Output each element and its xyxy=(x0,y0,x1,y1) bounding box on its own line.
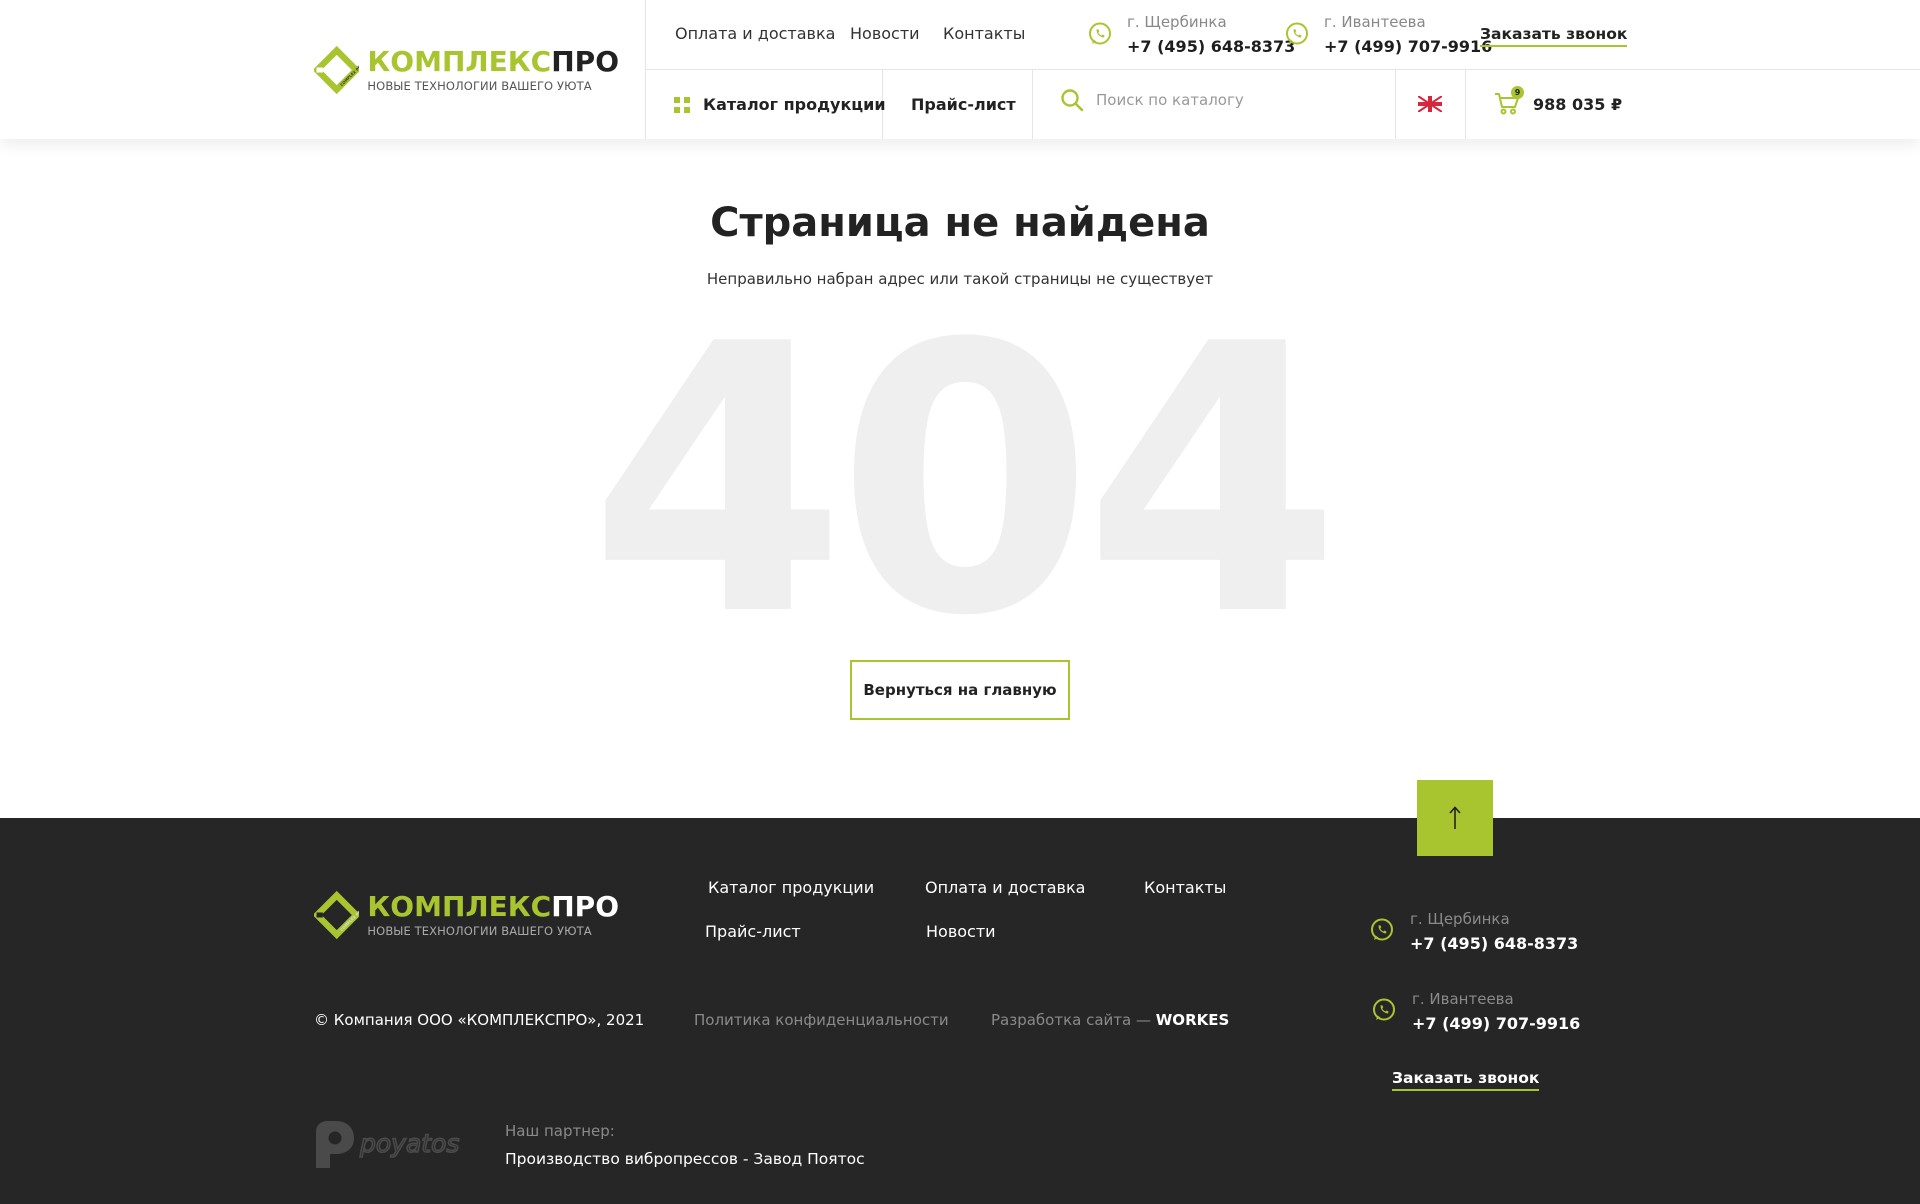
whatsapp-icon[interactable] xyxy=(1284,21,1310,47)
whatsapp-icon[interactable] xyxy=(1369,917,1395,943)
partner-label: Наш партнер: xyxy=(505,1122,615,1140)
divider xyxy=(1395,70,1396,139)
whatsapp-icon[interactable] xyxy=(1087,21,1113,47)
city-label: г. Ивантеева xyxy=(1412,990,1514,1008)
whatsapp-icon[interactable] xyxy=(1371,997,1397,1023)
price-list-link[interactable]: Прайс-лист xyxy=(911,95,1016,114)
footer-nav-news[interactable]: Новости xyxy=(926,922,996,941)
brand-name: КОМПЛЕКСПРО xyxy=(367,45,619,78)
callback-link[interactable]: Заказать звонок xyxy=(1480,25,1628,47)
scroll-top-button[interactable] xyxy=(1417,780,1493,856)
partner-link[interactable]: Производство вибропрессов - Завод Поятос xyxy=(505,1150,865,1168)
arrow-up-icon xyxy=(1449,806,1461,829)
catalog-button[interactable]: Каталог продукции xyxy=(674,95,886,114)
back-home-button[interactable]: Вернуться на главную xyxy=(850,660,1070,720)
site-header: COMPLEX PRO КОМПЛЕКСПРО НОВЫЕ ТЕХНОЛОГИИ… xyxy=(0,0,1920,139)
nav-delivery[interactable]: Оплата и доставка xyxy=(675,24,835,43)
site-logo[interactable]: COMPLEX PRO КОМПЛЕКСПРО НОВЫЕ ТЕХНОЛОГИИ… xyxy=(314,30,619,110)
svg-text:poyatos: poyatos xyxy=(359,1129,459,1158)
brand-tagline: НОВЫЕ ТЕХНОЛОГИИ ВАШЕГО УЮТА xyxy=(367,924,592,938)
footer-nav-catalog[interactable]: Каталог продукции xyxy=(708,878,874,897)
uk-flag-icon[interactable] xyxy=(1418,96,1442,112)
city-label: г. Щербинка xyxy=(1127,13,1227,31)
city-label: г. Щербинка xyxy=(1410,910,1510,928)
privacy-policy-link[interactable]: Политика конфиденциальности xyxy=(694,1011,949,1029)
copyright: © Компания ООО «КОМПЛЕКСПРО», 2021 xyxy=(314,1011,645,1029)
brand-tagline: НОВЫЕ ТЕХНОЛОГИИ ВАШЕГО УЮТА xyxy=(367,79,592,93)
divider xyxy=(1465,70,1466,139)
divider xyxy=(1032,70,1033,139)
grid-icon xyxy=(674,96,690,113)
site-footer xyxy=(0,818,1920,1204)
footer-nav-delivery[interactable]: Оплата и доставка xyxy=(925,878,1085,897)
nav-contacts[interactable]: Контакты xyxy=(943,24,1025,43)
search-icon[interactable] xyxy=(1060,88,1084,112)
page-title: Страница не найдена xyxy=(710,200,1210,246)
nav-news[interactable]: Новости xyxy=(850,24,920,43)
footer-nav-contacts[interactable]: Контакты xyxy=(1144,878,1226,897)
city-label: г. Ивантеева xyxy=(1324,13,1426,31)
page-subtitle: Неправильно набран адрес или такой стран… xyxy=(706,270,1214,288)
brand-name: КОМПЛЕКСПРО xyxy=(367,890,619,923)
cart-count-badge: 9 xyxy=(1511,86,1524,99)
footer-logo[interactable]: COMPLEX PRO КОМПЛЕКСПРО НОВЫЕ ТЕХНОЛОГИИ… xyxy=(314,875,619,955)
search-box xyxy=(1060,88,1336,112)
divider xyxy=(645,69,1920,70)
search-input[interactable] xyxy=(1096,91,1336,109)
footer-nav-price[interactable]: Прайс-лист xyxy=(705,922,801,941)
logo-mark-icon: COMPLEX PRO xyxy=(314,890,360,940)
developer-link[interactable]: WORKES xyxy=(1156,1011,1230,1029)
phone-link[interactable]: +7 (495) 648-8373 xyxy=(1410,934,1578,953)
partner-logo[interactable]: poyatos xyxy=(314,1120,476,1170)
phone-link[interactable]: +7 (499) 707-9916 xyxy=(1324,37,1492,56)
developer-credit: Разработка сайта — WORKES xyxy=(991,1011,1230,1029)
footer-callback-link[interactable]: Заказать звонок xyxy=(1392,1069,1540,1091)
phone-link[interactable]: +7 (495) 648-8373 xyxy=(1127,37,1295,56)
cart-total[interactable]: 988 035 ₽ xyxy=(1533,95,1622,114)
error-code: 404 xyxy=(588,267,1341,697)
phone-link[interactable]: +7 (499) 707-9916 xyxy=(1412,1014,1580,1033)
logo-mark-icon: COMPLEX PRO xyxy=(314,45,360,95)
